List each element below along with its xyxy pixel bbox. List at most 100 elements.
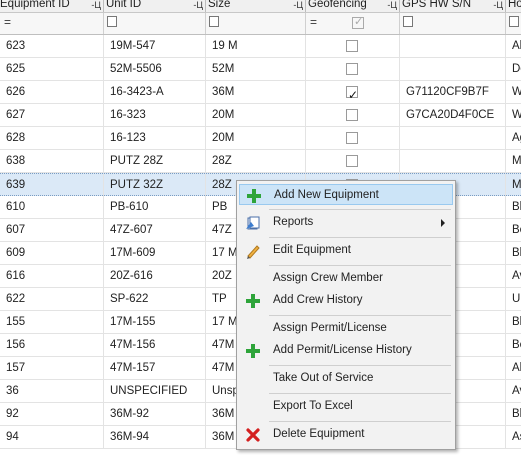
pin-icon[interactable]: -Ц xyxy=(493,0,503,12)
menu-item-take-out-of-service[interactable]: Take Out of Service xyxy=(239,368,453,389)
menu-item-label: Reports xyxy=(273,216,314,228)
col-label: Unit ID xyxy=(106,0,142,10)
menu-separator xyxy=(269,421,451,422)
cell-geofencing[interactable] xyxy=(306,81,400,104)
cell-equipment-id: 626 xyxy=(0,81,104,104)
cell-unit-id: 47Z-607 xyxy=(104,219,206,242)
cell-unit-id: 47M-157 xyxy=(104,357,206,380)
table-row[interactable]: 62552M-550652M De xyxy=(0,58,521,81)
col-header-gps-hw-sn[interactable]: GPS HW S/N -Ц xyxy=(400,0,506,12)
cell-extra: Be xyxy=(506,219,521,242)
cell-equipment-id: 156 xyxy=(0,334,104,357)
pencil-icon xyxy=(245,243,261,259)
pin-icon[interactable]: -Ц xyxy=(293,0,303,12)
col-label: Equipment ID xyxy=(0,0,70,10)
filter-size[interactable] xyxy=(206,13,306,34)
cell-unit-id: 16-323 xyxy=(104,104,206,127)
filter-operator-icon[interactable] xyxy=(403,16,413,27)
cell-unit-id: 19M-547 xyxy=(104,35,206,58)
cell-extra: Be xyxy=(506,334,521,357)
cell-unit-id: PUTZ 28Z xyxy=(104,150,206,173)
menu-item-delete-equipment[interactable]: Delete Equipment xyxy=(239,424,453,445)
cell-gps-hw-sn: G7CA20D4F0CE xyxy=(400,104,506,127)
geofencing-checkbox[interactable] xyxy=(346,84,358,104)
cell-unit-id: 16-123 xyxy=(104,127,206,150)
cell-size: 36M xyxy=(206,81,306,104)
cell-gps-hw-sn xyxy=(400,150,506,173)
col-header-equipment-id[interactable]: Equipment ID -Ц xyxy=(0,0,104,12)
menu-item-add-crew-history[interactable]: Add Crew History xyxy=(239,290,453,311)
cell-size: 28Z xyxy=(206,150,306,173)
filter-unit-id[interactable] xyxy=(104,13,206,34)
menu-item-edit-equipment[interactable]: Edit Equipment xyxy=(239,240,453,261)
cell-extra: W xyxy=(506,81,521,104)
pin-icon[interactable]: -Ц xyxy=(91,0,101,12)
cell-unit-id: PB-610 xyxy=(104,196,206,219)
geofencing-checkbox[interactable] xyxy=(346,40,358,52)
cell-equipment-id: 157 xyxy=(0,357,104,380)
cell-equipment-id: 628 xyxy=(0,127,104,150)
menu-item-reports[interactable]: Reports xyxy=(239,212,453,233)
table-row[interactable]: 62616-3423-A36M G71120CF9B7FW xyxy=(0,81,521,104)
cell-geofencing[interactable] xyxy=(306,127,400,150)
cell-unit-id: 36M-92 xyxy=(104,403,206,426)
menu-item-export-to-excel[interactable]: Export To Excel xyxy=(239,396,453,417)
filter-equipment-id[interactable]: = xyxy=(0,13,104,34)
filter-gps[interactable] xyxy=(400,13,506,34)
geofencing-checkbox[interactable] xyxy=(346,109,358,121)
menu-separator xyxy=(269,365,451,366)
menu-item-label: Edit Equipment xyxy=(273,244,351,256)
table-row[interactable]: 62716-32320M G7CA20D4F0CEW xyxy=(0,104,521,127)
cell-unit-id: 52M-5506 xyxy=(104,58,206,81)
menu-item-label: Assign Crew Member xyxy=(273,272,383,284)
menu-item-add-permit-license-history[interactable]: Add Permit/License History xyxy=(239,340,453,361)
cell-equipment-id: 607 xyxy=(0,219,104,242)
cell-gps-hw-sn xyxy=(400,127,506,150)
cell-equipment-id: 610 xyxy=(0,196,104,219)
cell-extra: Ma xyxy=(506,174,521,197)
cell-gps-hw-sn xyxy=(400,35,506,58)
table-row[interactable]: 62319M-54719 M Al xyxy=(0,35,521,58)
filter-operator-icon[interactable] xyxy=(209,16,219,27)
menu-item-assign-permit-license[interactable]: Assign Permit/License xyxy=(239,318,453,339)
equals-icon[interactable]: = xyxy=(4,15,11,29)
cell-geofencing[interactable] xyxy=(306,104,400,127)
cell-gps-hw-sn xyxy=(400,58,506,81)
filter-operator-icon[interactable] xyxy=(107,16,117,27)
table-row[interactable]: 638PUTZ 28Z28Z Ma xyxy=(0,150,521,173)
cell-equipment-id: 92 xyxy=(0,403,104,426)
equals-icon[interactable]: = xyxy=(310,15,317,29)
cell-unit-id: PUTZ 32Z xyxy=(104,174,206,197)
filter-checkbox[interactable] xyxy=(352,15,364,29)
cell-gps-hw-sn: G71120CF9B7F xyxy=(400,81,506,104)
table-row[interactable]: 62816-12320M Ag xyxy=(0,127,521,150)
cell-size: 20M xyxy=(206,127,306,150)
cell-geofencing[interactable] xyxy=(306,150,400,173)
geofencing-checkbox[interactable] xyxy=(346,132,358,144)
geofencing-checkbox[interactable] xyxy=(346,155,358,167)
cell-unit-id: 16-3423-A xyxy=(104,81,206,104)
pin-icon[interactable]: -Ц xyxy=(387,0,397,12)
col-label: GPS HW S/N xyxy=(402,0,472,10)
col-header-geofencing[interactable]: Geofencing -Ц xyxy=(306,0,400,12)
col-header-extra[interactable]: Ho xyxy=(506,0,521,12)
menu-item-assign-crew-member[interactable]: Assign Crew Member xyxy=(239,268,453,289)
filter-geofencing[interactable]: = xyxy=(306,13,400,34)
cell-geofencing[interactable] xyxy=(306,35,400,58)
cell-equipment-id: 638 xyxy=(0,150,104,173)
col-header-unit-id[interactable]: Unit ID -Ц xyxy=(104,0,206,12)
filter-operator-icon[interactable] xyxy=(509,16,519,27)
cell-equipment-id: 627 xyxy=(0,104,104,127)
cell-extra: Al xyxy=(506,35,521,58)
cell-extra: Bl xyxy=(506,403,521,426)
pin-icon[interactable]: -Ц xyxy=(193,0,203,12)
cell-geofencing[interactable] xyxy=(306,58,400,81)
menu-separator xyxy=(269,237,451,238)
cell-unit-id: 20Z-616 xyxy=(104,265,206,288)
geofencing-checkbox[interactable] xyxy=(346,63,358,75)
menu-item-label: Add New Equipment xyxy=(274,189,379,201)
filter-extra[interactable] xyxy=(506,13,521,34)
col-header-size[interactable]: Size -Ц xyxy=(206,0,306,12)
cell-equipment-id: 94 xyxy=(0,426,104,449)
menu-item-add-new-equipment[interactable]: Add New Equipment xyxy=(239,184,453,205)
